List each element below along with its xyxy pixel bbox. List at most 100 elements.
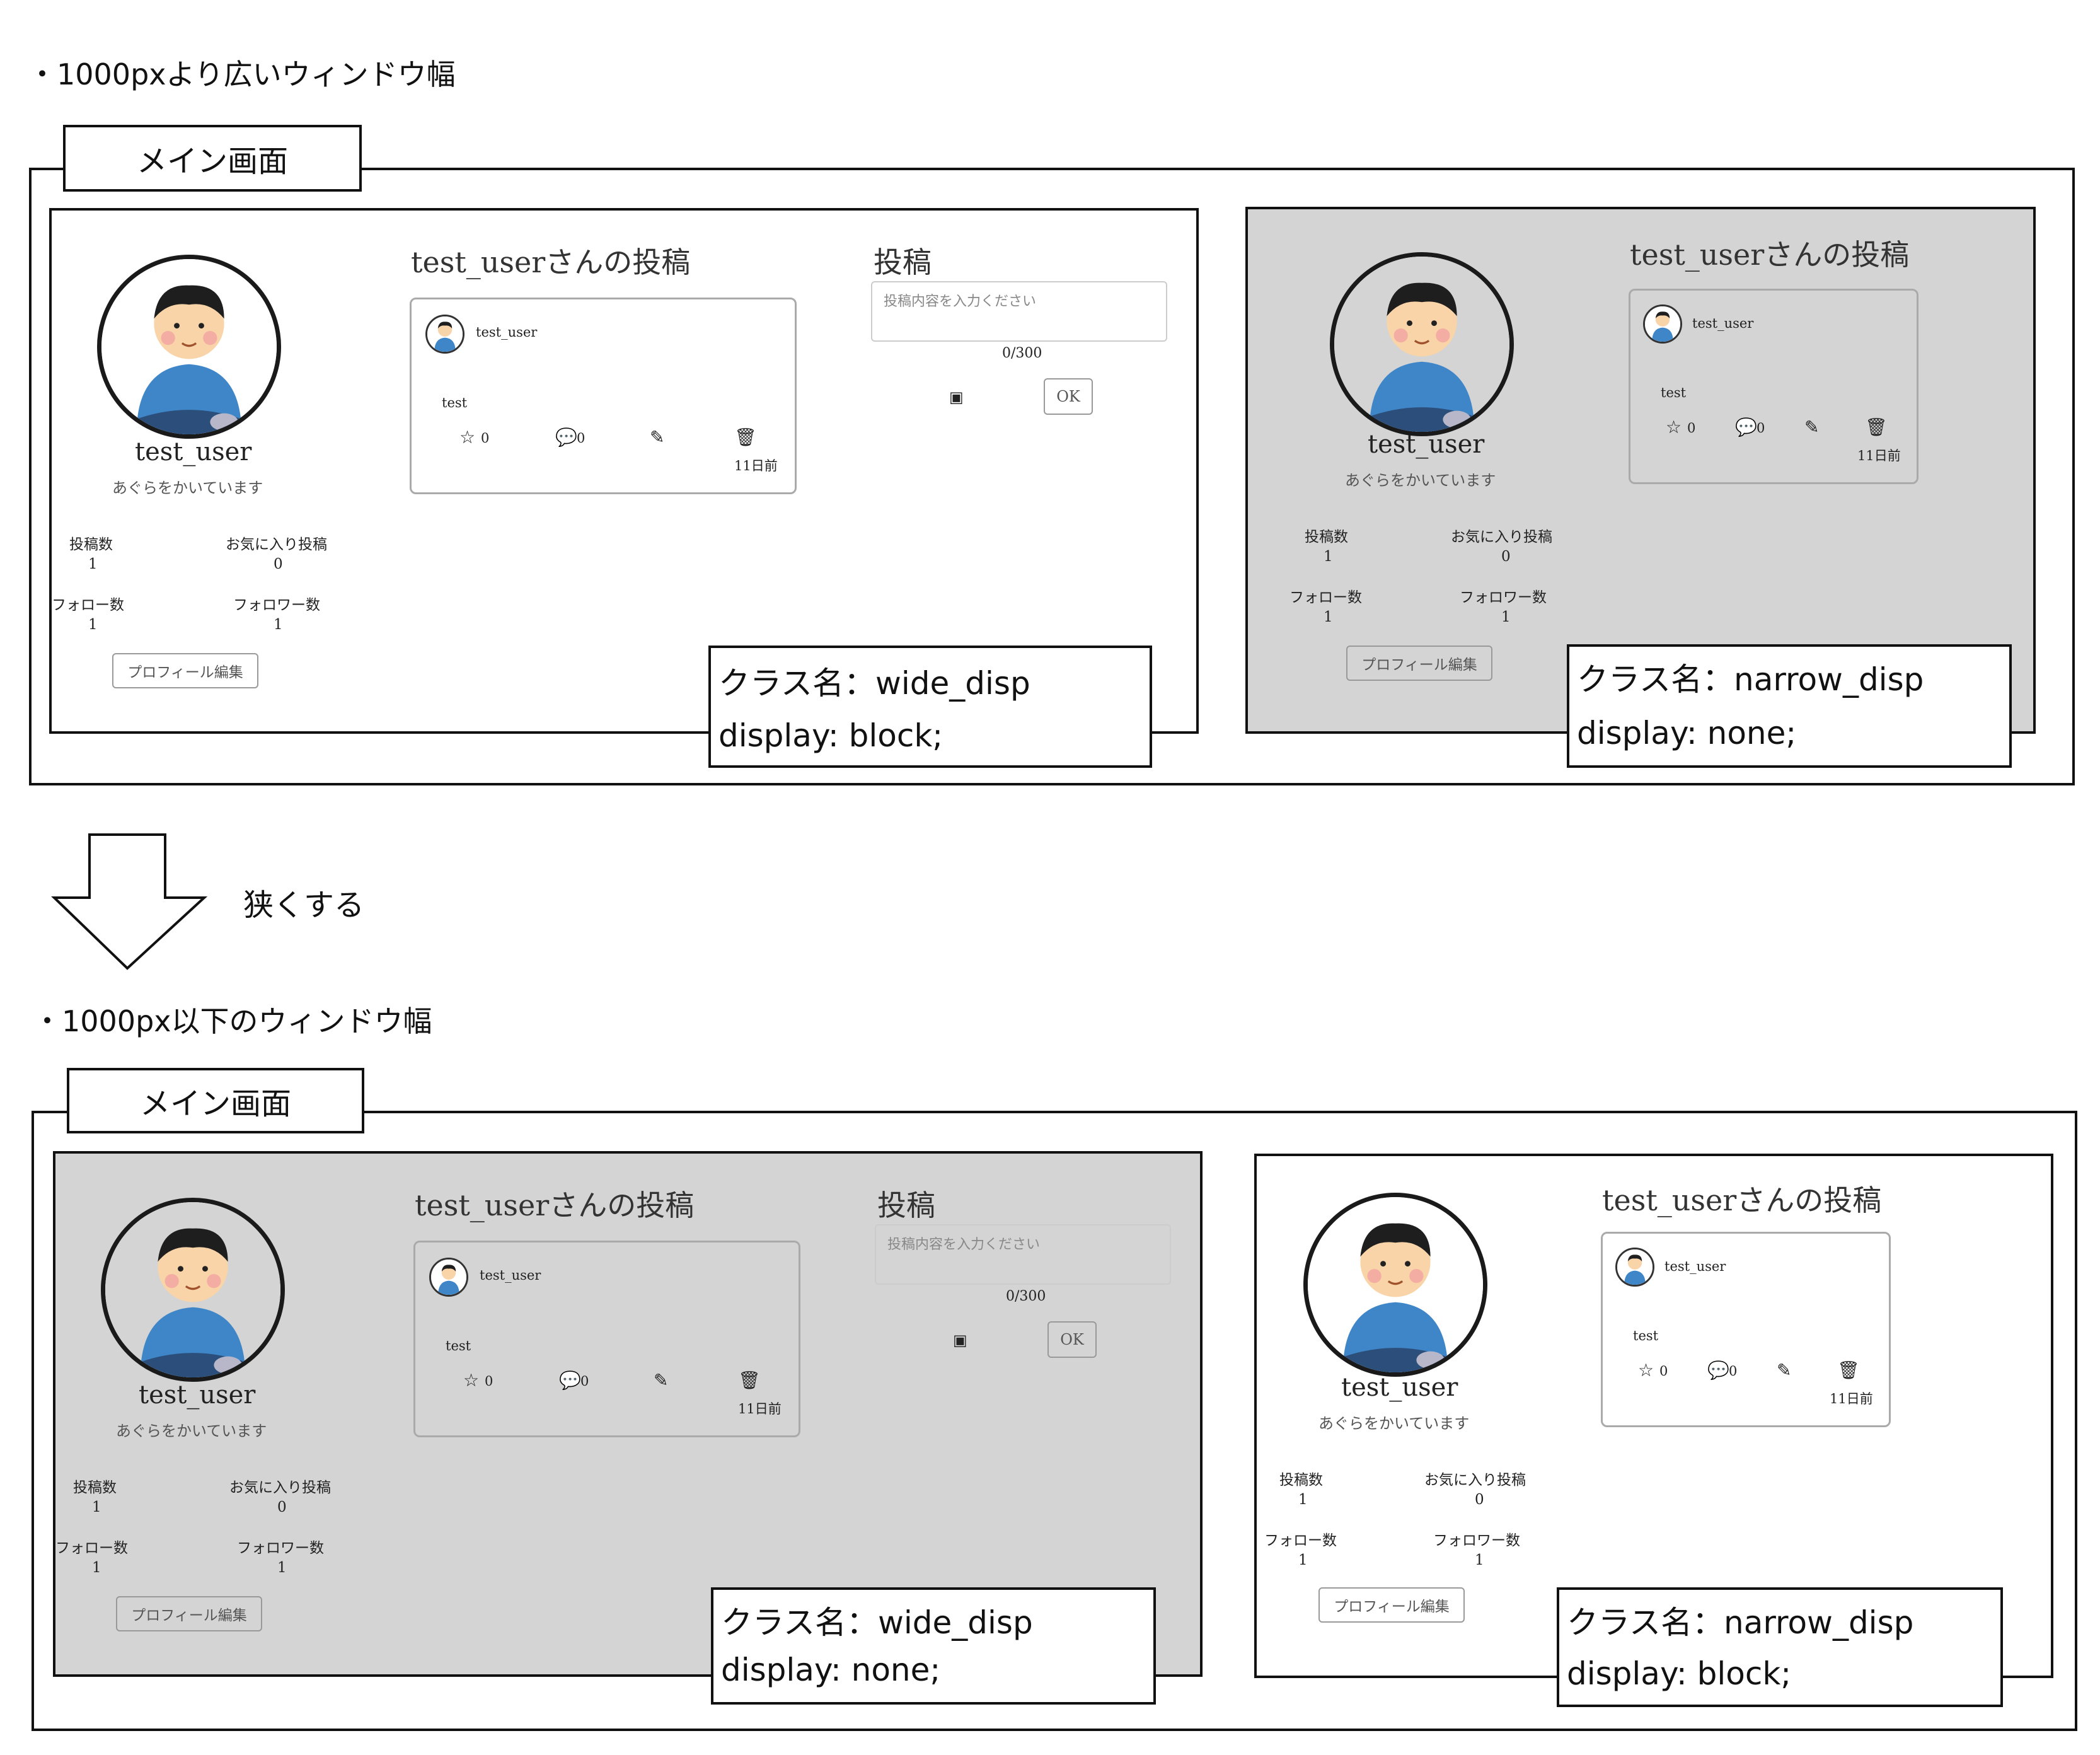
note-class-name: クラス名：narrow_disp (1567, 1604, 1914, 1641)
arrow-label: 狭くする (243, 888, 365, 923)
main-screen-tab: メイン画面 (63, 125, 362, 192)
stat-value-following: 1 (1298, 1552, 1308, 1568)
edit-profile-button[interactable]: プロフィール編集 (1318, 1587, 1465, 1623)
stat-label-following: フォロー数 (1289, 589, 1362, 606)
stat-label-favorites: お気に入り投稿 (229, 1480, 331, 1496)
like-count: 0 (1659, 1364, 1668, 1379)
ok-button[interactable]: OK (1047, 1321, 1097, 1358)
post-card[interactable]: test_user test ☆ 0 💬 0 ✎ 🗑 11日前 (413, 1241, 800, 1437)
post-body: test (446, 1338, 471, 1353)
comment-count: 0 (1729, 1364, 1738, 1379)
char-counter: 0/300 (1002, 345, 1042, 361)
stat-label-posts: 投稿数 (1279, 1472, 1323, 1488)
stat-label-following: フォロー数 (52, 597, 124, 613)
post-username[interactable]: test_user (1664, 1259, 1726, 1274)
post-card[interactable]: test_user test ☆ 0 💬 0 ✎ 🗑 11日前 (1601, 1232, 1891, 1427)
stat-value-favorites: 0 (1475, 1491, 1484, 1508)
post-username[interactable]: test_user (1692, 316, 1753, 331)
compose-textarea[interactable]: 投稿内容を入力ください (871, 281, 1167, 342)
stat-value-favorites: 0 (1501, 548, 1511, 565)
stat-label-posts: 投稿数 (69, 536, 113, 553)
profile-bio: あぐらをかいています (116, 1422, 267, 1440)
comment-icon[interactable]: 💬 (555, 427, 577, 448)
comment-icon[interactable]: 💬 (1707, 1360, 1729, 1381)
edit-profile-button[interactable]: プロフィール編集 (1346, 646, 1492, 681)
stat-label-followers: フォロワー数 (1460, 589, 1547, 606)
post-date: 11日前 (734, 458, 778, 473)
avatar (101, 1198, 285, 1382)
comment-icon[interactable]: 💬 (559, 1370, 581, 1391)
stat-value-followers: 1 (277, 1560, 287, 1576)
edit-icon[interactable]: ✎ (650, 427, 664, 448)
like-count: 0 (481, 431, 490, 446)
avatar (1330, 252, 1514, 436)
stat-value-posts: 1 (1298, 1491, 1308, 1508)
stat-value-following: 1 (92, 1560, 101, 1576)
star-icon[interactable]: ☆ (459, 427, 475, 448)
profile-username: test_user (139, 1381, 256, 1410)
star-icon[interactable]: ☆ (1666, 417, 1682, 437)
stat-label-posts: 投稿数 (73, 1480, 117, 1496)
stat-value-favorites: 0 (274, 556, 283, 572)
note-wide-disp-none: クラス名：wide_disp display: none; (711, 1587, 1156, 1705)
posts-title: test_userさんの投稿 (1602, 1183, 1882, 1217)
stat-label-followers: フォロワー数 (233, 597, 320, 613)
star-icon[interactable]: ☆ (1638, 1360, 1654, 1381)
compose-textarea[interactable]: 投稿内容を入力ください (875, 1224, 1171, 1285)
post-body: test (1633, 1328, 1659, 1343)
stat-value-posts: 1 (88, 556, 98, 572)
trash-icon[interactable]: 🗑 (1865, 417, 1888, 437)
note-display-value: display: none; (721, 1652, 941, 1688)
edit-profile-button[interactable]: プロフィール編集 (112, 653, 258, 688)
star-icon[interactable]: ☆ (463, 1370, 479, 1391)
trash-icon[interactable]: 🗑 (738, 1370, 761, 1391)
mini-avatar (429, 1258, 468, 1297)
stat-value-followers: 1 (274, 617, 283, 633)
note-narrow-disp-none: クラス名：narrow_disp display: none; (1567, 644, 2012, 768)
profile-username: test_user (1368, 430, 1485, 459)
post-username[interactable]: test_user (476, 325, 537, 340)
post-date: 11日前 (1830, 1391, 1873, 1406)
comment-icon[interactable]: 💬 (1735, 417, 1757, 437)
profile-bio: あぐらをかいています (112, 479, 263, 497)
note-narrow-disp-block: クラス名：narrow_disp display: block; (1557, 1587, 2003, 1707)
edit-icon[interactable]: ✎ (1804, 417, 1819, 437)
image-upload-icon[interactable]: ▣ (949, 388, 964, 406)
profile-username: test_user (1341, 1373, 1458, 1402)
mini-avatar (1643, 304, 1682, 344)
stat-value-followers: 1 (1501, 609, 1511, 625)
char-counter: 0/300 (1006, 1289, 1046, 1304)
post-date: 11日前 (1857, 448, 1901, 463)
ok-button[interactable]: OK (1044, 378, 1093, 415)
posts-title: test_userさんの投稿 (415, 1188, 695, 1222)
post-username[interactable]: test_user (480, 1268, 541, 1283)
edit-profile-button[interactable]: プロフィール編集 (116, 1596, 262, 1631)
profile-bio: あぐらをかいています (1318, 1415, 1470, 1432)
profile-bio: あぐらをかいています (1345, 472, 1496, 489)
posts-title: test_userさんの投稿 (1630, 238, 1910, 272)
stat-value-favorites: 0 (277, 1499, 287, 1515)
stat-value-following: 1 (1324, 609, 1333, 625)
post-card[interactable]: test_user test ☆ 0 💬 0 ✎ 🗑 11日前 (410, 298, 797, 494)
note-class-name: クラス名：wide_disp (721, 1604, 1033, 1641)
note-wide-disp-block: クラス名：wide_disp display: block; (708, 646, 1152, 768)
main-screen-tab: メイン画面 (67, 1068, 364, 1133)
like-count: 0 (1687, 420, 1696, 436)
stat-value-following: 1 (88, 617, 98, 633)
note-display-value: display: block; (718, 717, 943, 754)
stat-label-favorites: お気に入り投稿 (226, 536, 327, 553)
image-upload-icon[interactable]: ▣ (953, 1331, 967, 1349)
like-count: 0 (485, 1374, 493, 1389)
post-card[interactable]: test_user test ☆ 0 💬 0 ✎ 🗑 11日前 (1629, 289, 1918, 484)
stat-value-posts: 1 (1324, 548, 1333, 565)
posts-title: test_userさんの投稿 (411, 245, 691, 279)
down-arrow-icon (51, 833, 208, 970)
comment-count: 0 (1757, 420, 1765, 436)
trash-icon[interactable]: 🗑 (734, 427, 757, 448)
post-body: test (1661, 385, 1687, 400)
trash-icon[interactable]: 🗑 (1837, 1360, 1860, 1381)
edit-icon[interactable]: ✎ (1777, 1360, 1791, 1381)
post-date: 11日前 (738, 1401, 782, 1416)
edit-icon[interactable]: ✎ (654, 1370, 668, 1391)
avatar (97, 255, 281, 439)
